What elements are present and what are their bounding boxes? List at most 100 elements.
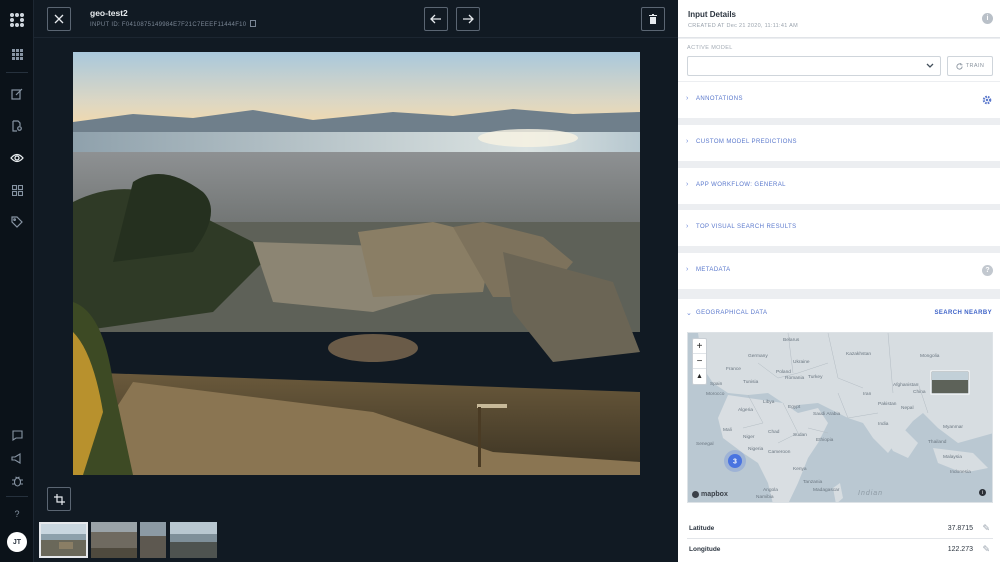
map-label: Thailand <box>928 439 947 445</box>
panel-title: Input Details <box>688 10 737 19</box>
section-app-workflow[interactable]: › APP WORKFLOW: GENERAL <box>678 168 1000 204</box>
prev-button[interactable] <box>424 7 448 31</box>
section-label: CUSTOM MODEL PREDICTIONS <box>696 139 797 145</box>
crop-icon <box>53 493 65 505</box>
map-label: Cameroon <box>768 449 791 455</box>
zoom-out-icon[interactable]: − <box>693 354 706 369</box>
active-model: ACTIVE MODEL TRAIN <box>678 39 1000 81</box>
close-icon <box>54 14 64 24</box>
section-metadata[interactable]: › METADATA ? <box>678 253 1000 289</box>
close-button[interactable] <box>47 7 71 31</box>
help-icon[interactable]: ? <box>9 506 25 522</box>
delete-button[interactable] <box>641 7 665 31</box>
section-label: ANNOTATIONS <box>696 96 743 102</box>
map-info-icon[interactable]: i <box>979 489 986 496</box>
chevron-right-icon: › <box>686 95 689 102</box>
section-top-visual-search[interactable]: › TOP VISUAL SEARCH RESULTS <box>678 210 1000 246</box>
latitude-row: Latitude 37.8715 ✎ <box>687 519 993 539</box>
map-label: Tunisia <box>743 379 759 385</box>
map-label: Myanmar <box>943 424 963 430</box>
edit-icon[interactable] <box>9 86 25 102</box>
thumbnail[interactable] <box>39 522 88 558</box>
arrow-left-icon <box>430 14 441 24</box>
crop-button[interactable] <box>47 487 71 511</box>
map-label: Saudi Arabia <box>813 411 841 417</box>
image-viewer: geo-test2 INPUT ID: F0410875149984E7F21C… <box>34 0 678 562</box>
next-button[interactable] <box>456 7 480 31</box>
main-image[interactable] <box>73 52 640 475</box>
map-label: Malaysia <box>943 454 962 460</box>
active-model-select[interactable] <box>687 56 941 76</box>
longitude-row: Longitude 122.273 ✎ <box>687 540 993 560</box>
arrow-right-icon <box>463 14 474 24</box>
map-label: France <box>726 366 741 372</box>
pencil-icon[interactable]: ✎ <box>982 523 990 534</box>
map-label: Angola <box>763 487 778 493</box>
help-circle-icon[interactable]: ? <box>982 265 993 276</box>
chevron-right-icon: › <box>686 138 689 145</box>
map-label: Libya <box>763 399 775 405</box>
section-label[interactable]: GEOGRAPHICAL DATA <box>696 310 767 316</box>
train-label: TRAIN <box>965 63 985 69</box>
trash-icon <box>649 14 657 24</box>
section-label: METADATA <box>696 267 731 273</box>
zoom-in-icon[interactable]: + <box>693 339 706 354</box>
created-at: CREATED AT Dec 21 2020, 11:11:41 AM <box>688 23 798 29</box>
thumbnail[interactable] <box>170 522 217 558</box>
viewer-toolbar: geo-test2 INPUT ID: F0410875149984E7F21C… <box>34 0 678 38</box>
tag-icon[interactable] <box>9 214 25 230</box>
compass-icon[interactable]: ▲ <box>693 369 706 384</box>
thumbnail[interactable] <box>91 522 137 558</box>
clarifai-logo[interactable] <box>9 12 25 28</box>
section-geographical-data: ⌄ GEOGRAPHICAL DATA SEARCH NEARBY Belaru… <box>678 299 1000 562</box>
left-rail: ? JT <box>0 0 34 562</box>
refresh-icon <box>956 62 963 70</box>
user-avatar[interactable]: JT <box>7 532 27 552</box>
mapbox-logo-mark <box>692 491 699 498</box>
map-label: Afghanistan <box>893 382 919 388</box>
thumbnail[interactable] <box>140 522 166 558</box>
train-button[interactable]: TRAIN <box>947 56 993 76</box>
apps-icon[interactable] <box>9 182 25 198</box>
map-label: Madagascar <box>813 487 840 493</box>
map-label: Indonesia <box>950 469 971 475</box>
input-id-text: INPUT ID: F0410875149984E7F21C7EEEF11444… <box>90 22 247 28</box>
map-label: India <box>878 421 889 427</box>
chat-icon[interactable] <box>9 427 25 443</box>
chevron-right-icon: › <box>686 181 689 188</box>
input-title: geo-test2 <box>90 8 128 18</box>
search-doc-icon[interactable] <box>9 118 25 134</box>
map[interactable]: Belarus Kazakhstan Mongolia Germany Ukraine P… <box>687 332 993 503</box>
map-label: Ethiopia <box>816 437 834 443</box>
map-label: Nepal <box>901 405 914 411</box>
section-annotations[interactable]: › ANNOTATIONS <box>678 82 1000 118</box>
chevron-down-icon[interactable]: ⌄ <box>686 309 692 317</box>
map-label: Sudan <box>793 432 807 438</box>
mapbox-logo: mapbox <box>692 491 728 498</box>
active-model-label: ACTIVE MODEL <box>687 45 733 51</box>
copy-icon[interactable] <box>250 20 257 27</box>
longitude-value: 122.273 <box>947 546 973 553</box>
map-label: Germany <box>748 353 768 359</box>
megaphone-icon[interactable] <box>9 450 25 466</box>
grid-icon[interactable] <box>9 46 25 62</box>
latitude-value: 37.8715 <box>947 525 973 532</box>
map-label: Pakistan <box>878 401 897 407</box>
map-label: Namibia <box>756 494 774 500</box>
gear-icon[interactable] <box>982 95 992 105</box>
info-icon[interactable]: i <box>982 13 993 24</box>
panel-header: Input Details CREATED AT Dec 21 2020, 11… <box>678 0 1000 38</box>
search-nearby-link[interactable]: SEARCH NEARBY <box>934 310 992 316</box>
eye-icon[interactable] <box>9 150 25 166</box>
ocean-label: Indian <box>858 490 883 497</box>
bug-icon[interactable] <box>9 473 25 489</box>
section-custom-model-predictions[interactable]: › CUSTOM MODEL PREDICTIONS <box>678 125 1000 161</box>
map-label: Egypt <box>788 404 801 410</box>
map-label: Kenya <box>793 466 807 472</box>
pencil-icon[interactable]: ✎ <box>982 544 990 555</box>
chevron-down-icon <box>926 63 934 68</box>
section-label: TOP VISUAL SEARCH RESULTS <box>696 224 797 230</box>
map-label: Poland <box>776 369 791 375</box>
map-label: Algeria <box>738 407 753 413</box>
chevron-right-icon: › <box>686 223 689 230</box>
